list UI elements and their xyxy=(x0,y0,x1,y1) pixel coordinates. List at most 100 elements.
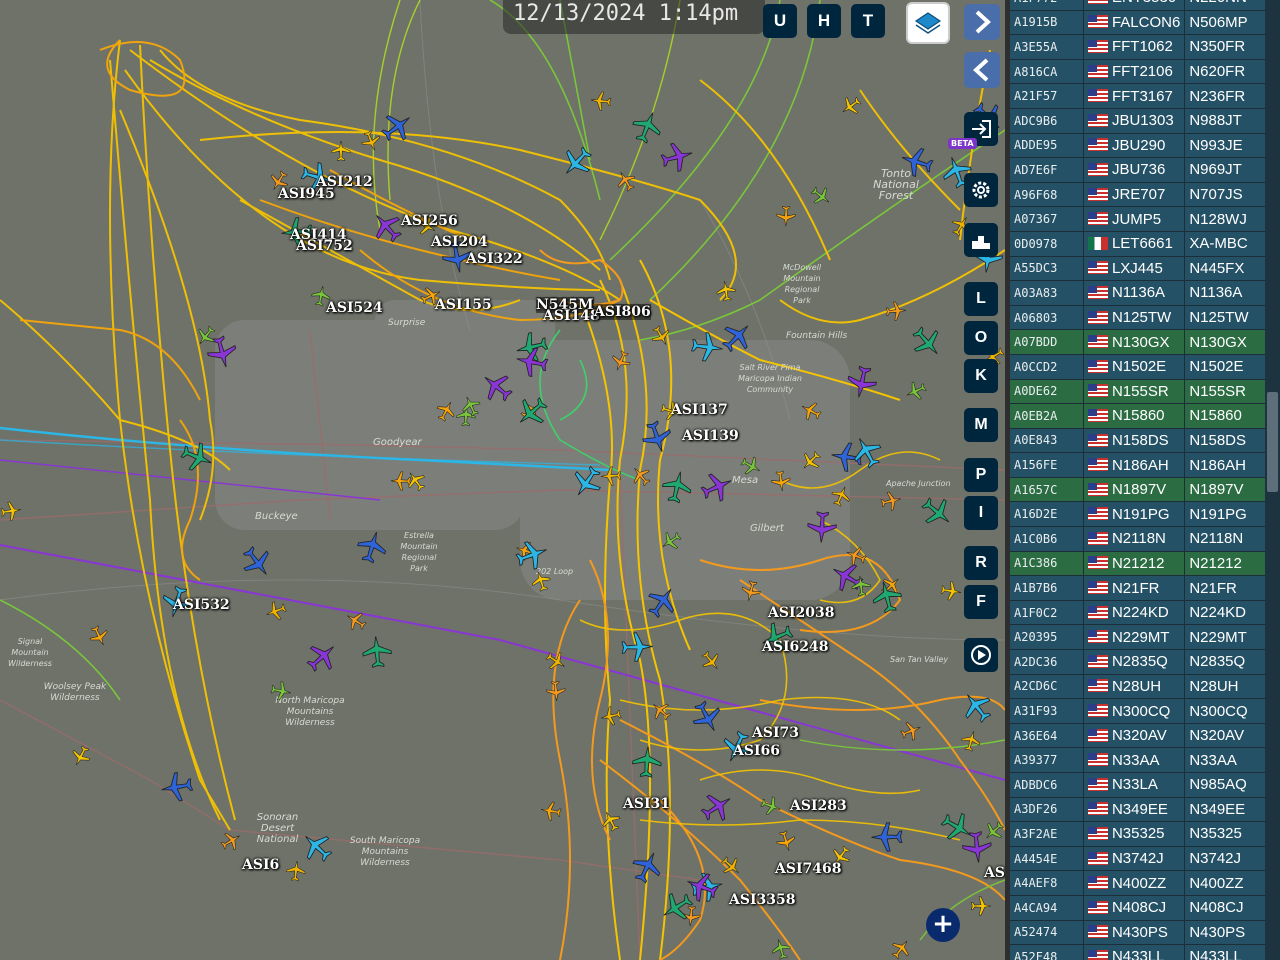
aircraft-icon[interactable] xyxy=(804,509,840,545)
toggle-p-button[interactable]: P xyxy=(964,458,998,492)
aircraft-row[interactable]: A1657C N1897V N1897V xyxy=(1010,477,1270,503)
trails-button[interactable]: T xyxy=(851,4,885,38)
aircraft-row[interactable]: AD7E6F JBU736 N969JT xyxy=(1010,157,1270,183)
aircraft-label[interactable]: ASI212 xyxy=(316,174,373,190)
aircraft-icon[interactable] xyxy=(598,703,624,729)
aircraft-row[interactable]: A16D2E N191PG N191PG xyxy=(1010,501,1270,528)
aircraft-icon[interactable] xyxy=(589,89,613,113)
aircraft-icon[interactable] xyxy=(884,299,907,322)
aircraft-label[interactable]: ASI139 xyxy=(682,428,739,444)
aircraft-label[interactable]: ASI6248 xyxy=(762,639,829,655)
aircraft-icon[interactable] xyxy=(938,578,963,603)
toggle-m-button[interactable]: M xyxy=(964,408,998,442)
aircraft-row[interactable]: A0E843 N158DS N158DS xyxy=(1010,428,1270,454)
aircraft-row[interactable]: A1F0C2 N224KD N224KD xyxy=(1010,600,1270,626)
aircraft-icon[interactable] xyxy=(619,629,654,664)
aircraft-row[interactable]: A3F2AE N35325 N35325 xyxy=(1010,821,1270,847)
aircraft-label[interactable]: ASI155 xyxy=(435,297,492,313)
aircraft-icon[interactable] xyxy=(284,859,308,883)
aircraft-label[interactable]: ASI6 xyxy=(242,857,279,873)
expand-panel-button[interactable] xyxy=(964,4,1000,40)
aircraft-row[interactable]: A2CD6C N28UH N28UH xyxy=(1010,674,1270,700)
aircraft-row[interactable]: A0EB2A N15860 N15860 xyxy=(1010,403,1270,429)
aircraft-row[interactable]: A03A83 N1136A N1136A xyxy=(1010,280,1270,306)
aircraft-label[interactable]: ASI532 xyxy=(173,597,230,613)
aircraft-row[interactable]: A3DF26 N349EE N349EE xyxy=(1010,797,1270,823)
aircraft-label[interactable]: ASI73 xyxy=(752,725,799,741)
aircraft-label[interactable]: ASI66 xyxy=(733,743,780,759)
aircraft-label[interactable]: ASI806 xyxy=(594,304,651,320)
aircraft-icon[interactable] xyxy=(359,634,396,671)
aircraft-row[interactable]: ADBDC6 N33LA N985AQ xyxy=(1010,772,1270,798)
aircraft-icon[interactable] xyxy=(688,328,726,366)
toggle-k-button[interactable]: K xyxy=(964,359,998,393)
aircraft-icon[interactable] xyxy=(268,678,294,704)
aircraft-row[interactable]: A0DE62 N155SR N155SR xyxy=(1010,379,1270,405)
aircraft-row[interactable]: A20395 N229MT N229MT xyxy=(1010,624,1270,651)
flight-map[interactable]: Tonto National Forest Goodyear Buckeye G… xyxy=(0,0,1005,960)
settings-button[interactable] xyxy=(964,173,998,207)
aircraft-row[interactable]: A52474 N430PS N430PS xyxy=(1010,920,1270,946)
aircraft-label[interactable]: ASI31 xyxy=(623,796,670,812)
toggle-f-button[interactable]: F xyxy=(964,585,998,619)
aircraft-icon[interactable] xyxy=(713,278,738,303)
aircraft-row[interactable]: A816CA FFT2106 N620FR xyxy=(1010,59,1270,85)
aircraft-row[interactable]: A1C0B6 N2118N N2118N xyxy=(1010,526,1270,552)
aircraft-row[interactable]: A1915B FALCON6 N506MP xyxy=(1010,10,1270,36)
aircraft-row[interactable]: A2DC36 N2835Q N2835Q xyxy=(1010,649,1270,675)
aircraft-row[interactable]: A52F48 N433LL N433LL xyxy=(1010,944,1270,960)
aircraft-row[interactable]: A36E64 N320AV N320AV xyxy=(1010,723,1270,749)
aircraft-row[interactable]: A96F68 JRE707 N707JS xyxy=(1010,182,1270,208)
aircraft-icon[interactable] xyxy=(870,820,905,855)
aircraft-icon[interactable] xyxy=(629,744,665,780)
aircraft-row[interactable]: A07BDD N130GX N130GX xyxy=(1010,329,1270,355)
panel-resize-handle[interactable] xyxy=(1005,0,1010,960)
aircraft-label[interactable]: AS xyxy=(984,865,1005,881)
aircraft-icon[interactable] xyxy=(769,469,794,494)
aircraft-row[interactable]: A31F93 N300CQ N300CQ xyxy=(1010,698,1270,724)
aircraft-row[interactable]: A1B7B6 N21FR N21FR xyxy=(1010,575,1270,601)
aircraft-label[interactable]: ASI7468 xyxy=(775,861,842,877)
aircraft-icon[interactable] xyxy=(775,205,797,227)
aircraft-icon[interactable] xyxy=(544,679,567,702)
aircraft-row[interactable]: ADC9B6 JBU1303 N988JT xyxy=(1010,108,1270,134)
toggle-l-button[interactable]: L xyxy=(964,282,998,316)
aircraft-row[interactable]: ADDE95 JBU290 N993JE xyxy=(1010,133,1270,159)
aircraft-label[interactable]: ASI3358 xyxy=(729,892,796,908)
aircraft-icon[interactable] xyxy=(512,342,552,382)
aircraft-row[interactable]: A0CCD2 N1502E N1502E xyxy=(1010,354,1270,380)
aircraft-icon[interactable] xyxy=(842,362,882,402)
toggle-r-button[interactable]: R xyxy=(964,546,998,580)
units-button[interactable]: U xyxy=(763,4,797,38)
aircraft-row[interactable]: A4AEF8 N400ZZ N400ZZ xyxy=(1010,870,1270,896)
aircraft-list-panel[interactable]: A1F772ENY3530N220NNA1915BFALCON6N506MP A3… xyxy=(1005,0,1280,960)
aircraft-row[interactable]: A06803 N125TW N125TW xyxy=(1010,305,1270,331)
aircraft-label[interactable]: ASI204 xyxy=(431,234,488,250)
aircraft-icon[interactable] xyxy=(157,767,196,806)
aircraft-label[interactable]: ASI322 xyxy=(466,251,523,267)
history-button[interactable]: H xyxy=(807,4,841,38)
aircraft-label[interactable]: ASI148 xyxy=(543,308,600,324)
zoom-in-button[interactable]: + xyxy=(926,908,960,942)
replay-button[interactable] xyxy=(964,638,998,672)
aircraft-icon[interactable] xyxy=(599,464,622,487)
collapse-panel-button[interactable] xyxy=(964,52,1000,88)
aircraft-icon[interactable] xyxy=(970,895,992,917)
aircraft-row[interactable]: A55DC3 LXJ445 N445FX xyxy=(1010,256,1270,282)
toggle-o-button[interactable]: O xyxy=(964,321,998,355)
aircraft-row[interactable]: A1F772 ENY3530 N220NN xyxy=(1010,0,1270,11)
aircraft-row[interactable]: A1C386 N21212 N21212 xyxy=(1010,551,1270,577)
aircraft-label[interactable]: ASI256 xyxy=(401,213,458,229)
aircraft-row[interactable]: 0D0978 LET6661 XA-MBC xyxy=(1010,231,1270,257)
aircraft-row[interactable]: A07367 JUMP5 N128WJ xyxy=(1010,206,1270,232)
aircraft-label[interactable]: ASI2038 xyxy=(768,605,835,621)
toggle-i-button[interactable]: I xyxy=(964,496,998,530)
layers-button[interactable] xyxy=(906,2,950,44)
aircraft-row[interactable]: A39377 N33AA N33AA xyxy=(1010,747,1270,773)
aircraft-label[interactable]: ASI752 xyxy=(296,238,353,254)
aircraft-icon[interactable] xyxy=(330,140,352,162)
aircraft-row[interactable]: A156FE N186AH N186AH xyxy=(1010,452,1270,478)
aircraft-row[interactable]: A4CA94 N408CJ N408CJ xyxy=(1010,895,1270,921)
aircraft-label[interactable]: ASI283 xyxy=(790,798,847,814)
aircraft-icon[interactable] xyxy=(538,798,563,823)
